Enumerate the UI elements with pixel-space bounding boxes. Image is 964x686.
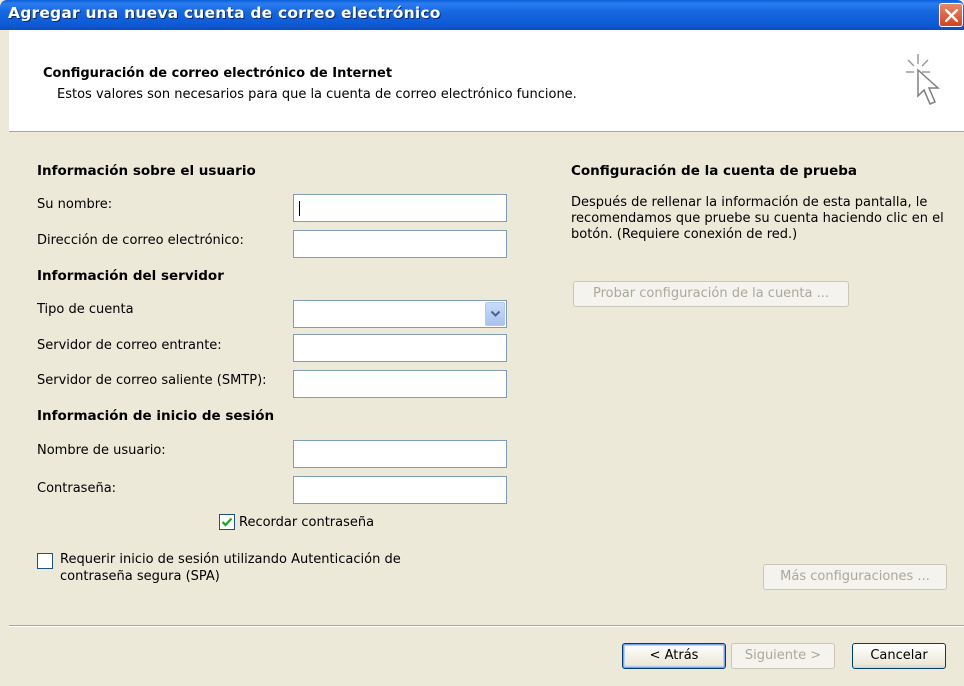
name-input[interactable] [293, 194, 507, 222]
server-info-heading: Información del servidor [37, 268, 224, 284]
test-settings-description: Después de rellenar la información de es… [571, 195, 944, 242]
next-button[interactable]: Siguiente > [731, 643, 835, 669]
wizard-cursor-icon [906, 54, 940, 105]
name-label: Su nombre: [37, 197, 113, 212]
spa-label-line1[interactable]: Requerir inicio de sesión utilizando Aut… [60, 552, 401, 567]
title-bar: Agregar una nueva cuenta de correo elect… [0, 0, 964, 30]
close-button[interactable] [939, 3, 963, 27]
window-title: Agregar una nueva cuenta de correo elect… [8, 4, 441, 22]
email-label: Dirección de correo electrónico: [37, 233, 244, 248]
header-title: Configuración de correo electrónico de I… [43, 66, 393, 81]
incoming-server-input[interactable] [293, 334, 507, 362]
text-caret [299, 201, 300, 216]
footer-separator [9, 625, 964, 627]
email-input[interactable] [293, 230, 507, 258]
cancel-button[interactable]: Cancelar [852, 643, 946, 669]
header-subtitle: Estos valores son necesarios para que la… [57, 87, 577, 102]
remember-password-label[interactable]: Recordar contraseña [239, 515, 374, 530]
test-settings-heading: Configuración de la cuenta de prueba [571, 163, 858, 179]
back-button[interactable]: < Atrás [622, 643, 726, 669]
password-input[interactable] [293, 476, 507, 504]
username-label: Nombre de usuario: [37, 443, 166, 458]
incoming-server-label: Servidor de correo entrante: [37, 338, 222, 353]
password-label: Contraseña: [37, 481, 117, 496]
account-type-dropdown-button[interactable] [485, 302, 505, 326]
account-type-select[interactable] [293, 300, 507, 328]
login-info-heading: Información de inicio de sesión [37, 408, 275, 424]
remember-password-checkbox[interactable] [219, 514, 235, 530]
checkmark-icon [221, 517, 233, 527]
more-settings-button[interactable]: Más configuraciones ... [763, 564, 947, 590]
chevron-down-icon [490, 310, 501, 317]
outgoing-server-label: Servidor de correo saliente (SMTP): [37, 373, 267, 388]
outgoing-server-input[interactable] [293, 370, 507, 398]
close-icon [945, 9, 958, 22]
spa-checkbox[interactable] [37, 553, 53, 569]
test-account-button[interactable]: Probar configuración de la cuenta ... [573, 281, 849, 307]
account-type-label: Tipo de cuenta [37, 302, 134, 317]
wizard-header: Configuración de correo electrónico de I… [9, 30, 964, 132]
left-border [0, 30, 9, 686]
user-info-heading: Información sobre el usuario [37, 163, 256, 179]
spa-label-line2[interactable]: contraseña segura (SPA) [60, 569, 220, 584]
username-input[interactable] [293, 440, 507, 468]
